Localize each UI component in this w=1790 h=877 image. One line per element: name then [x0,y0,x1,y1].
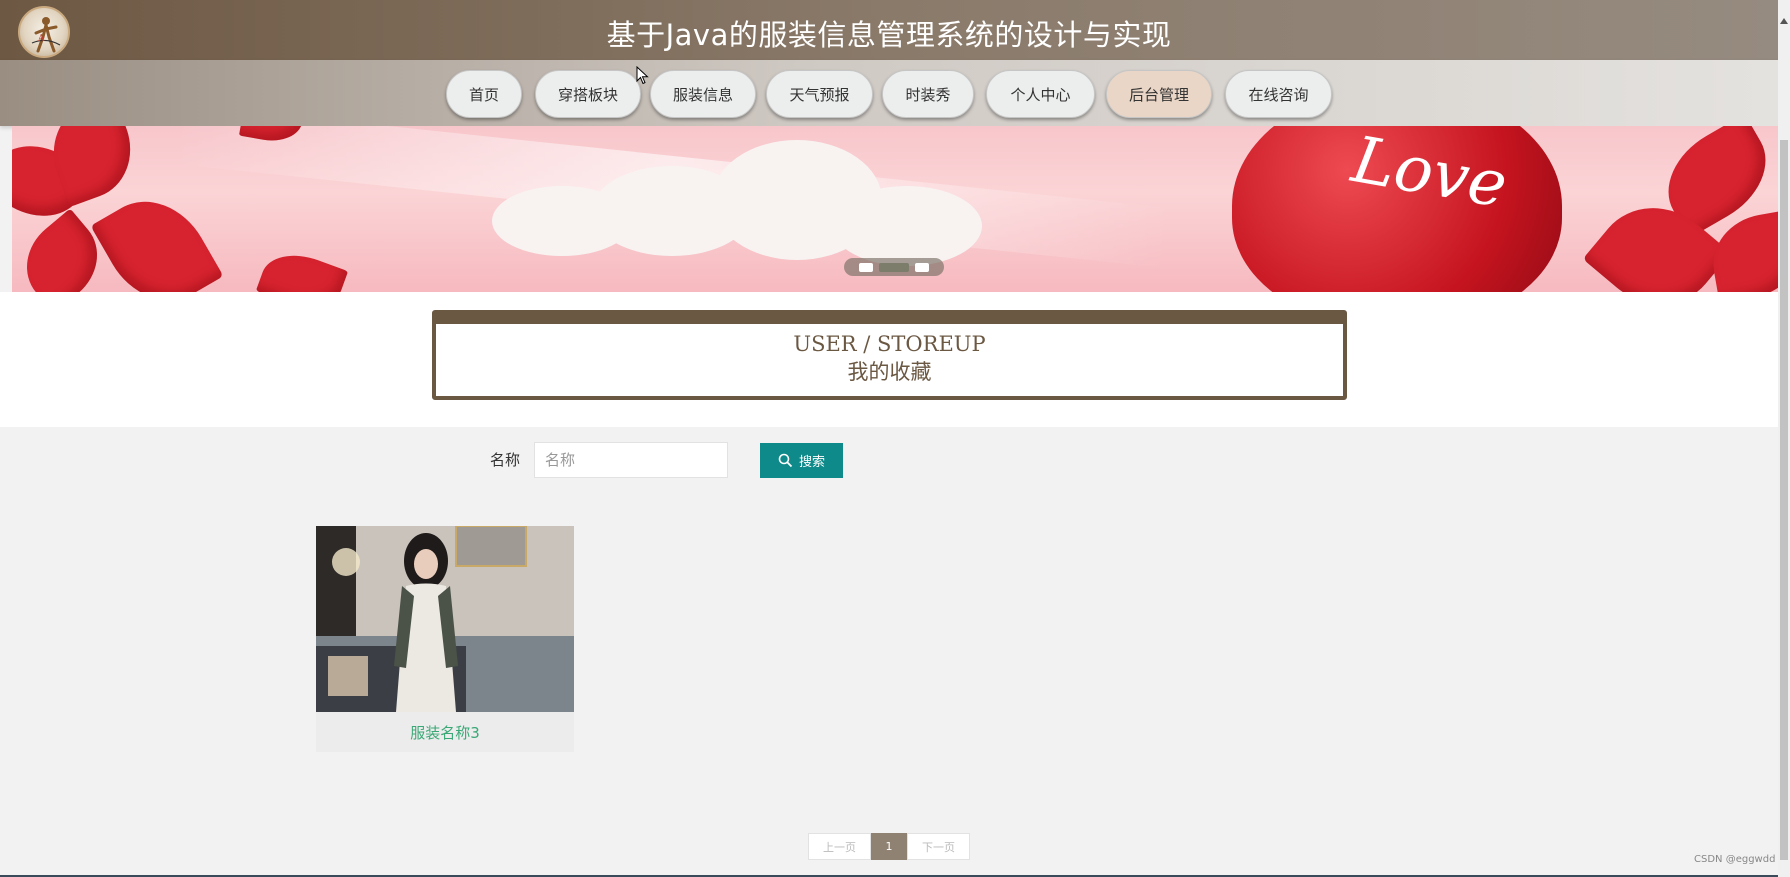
main-nav: 首页 穿搭板块 服装信息 天气预报 时装秀 个人中心 后台管理 在线咨询 [0,60,1778,126]
carousel-dot-active[interactable] [879,262,909,272]
nav-fashion-show[interactable]: 时装秀 [882,70,974,118]
scrollbar-thumb[interactable] [1780,140,1788,860]
petal-shape [255,243,349,292]
site-header: A 基于Java的服装信息管理系统的设计与实现 [0,0,1778,60]
carousel-indicators [844,258,944,276]
item-photo [316,526,574,712]
nav-online-consult[interactable]: 在线咨询 [1225,70,1332,118]
search-button-label: 搜索 [798,455,825,470]
scroll-up-arrow-icon[interactable] [1780,18,1788,24]
pagination: 上一页 1 下一页 [808,833,970,860]
section-title-cn: 我的收藏 [847,360,932,384]
nav-outfits[interactable]: 穿搭板块 [535,70,641,118]
nav-personal-center[interactable]: 个人中心 [986,70,1095,118]
section-title-box: USER / STOREUP 我的收藏 [432,310,1347,400]
search-icon [778,453,793,468]
carousel-dot[interactable] [859,262,873,272]
nav-admin[interactable]: 后台管理 [1106,70,1212,118]
search-label: 名称 [490,451,521,469]
mouse-cursor-icon [636,66,649,85]
search-input[interactable] [534,442,728,478]
page-number-button[interactable]: 1 [871,833,907,860]
next-page-button[interactable]: 下一页 [907,833,970,860]
petal-shape [90,180,224,292]
nav-home[interactable]: 首页 [446,70,522,118]
banner-cloud [832,186,982,266]
watermark-text: CSDN @eggwdd [1694,854,1776,865]
section-title-en: USER / STOREUP [793,332,986,356]
item-name[interactable]: 服装名称3 [316,722,574,743]
carousel-dot[interactable] [915,262,929,272]
banner-carousel[interactable]: Love [12,126,1778,292]
search-button[interactable]: 搜索 [760,443,843,478]
nav-weather[interactable]: 天气预报 [766,70,873,118]
prev-page-button[interactable]: 上一页 [808,833,871,860]
item-image[interactable] [316,526,574,712]
favorite-item-card[interactable]: 服装名称3 [316,526,574,752]
nav-clothing-info[interactable]: 服装信息 [650,70,756,118]
page-scrollbar[interactable] [1778,0,1790,877]
site-title: 基于Java的服装信息管理系统的设计与实现 [606,18,1172,52]
